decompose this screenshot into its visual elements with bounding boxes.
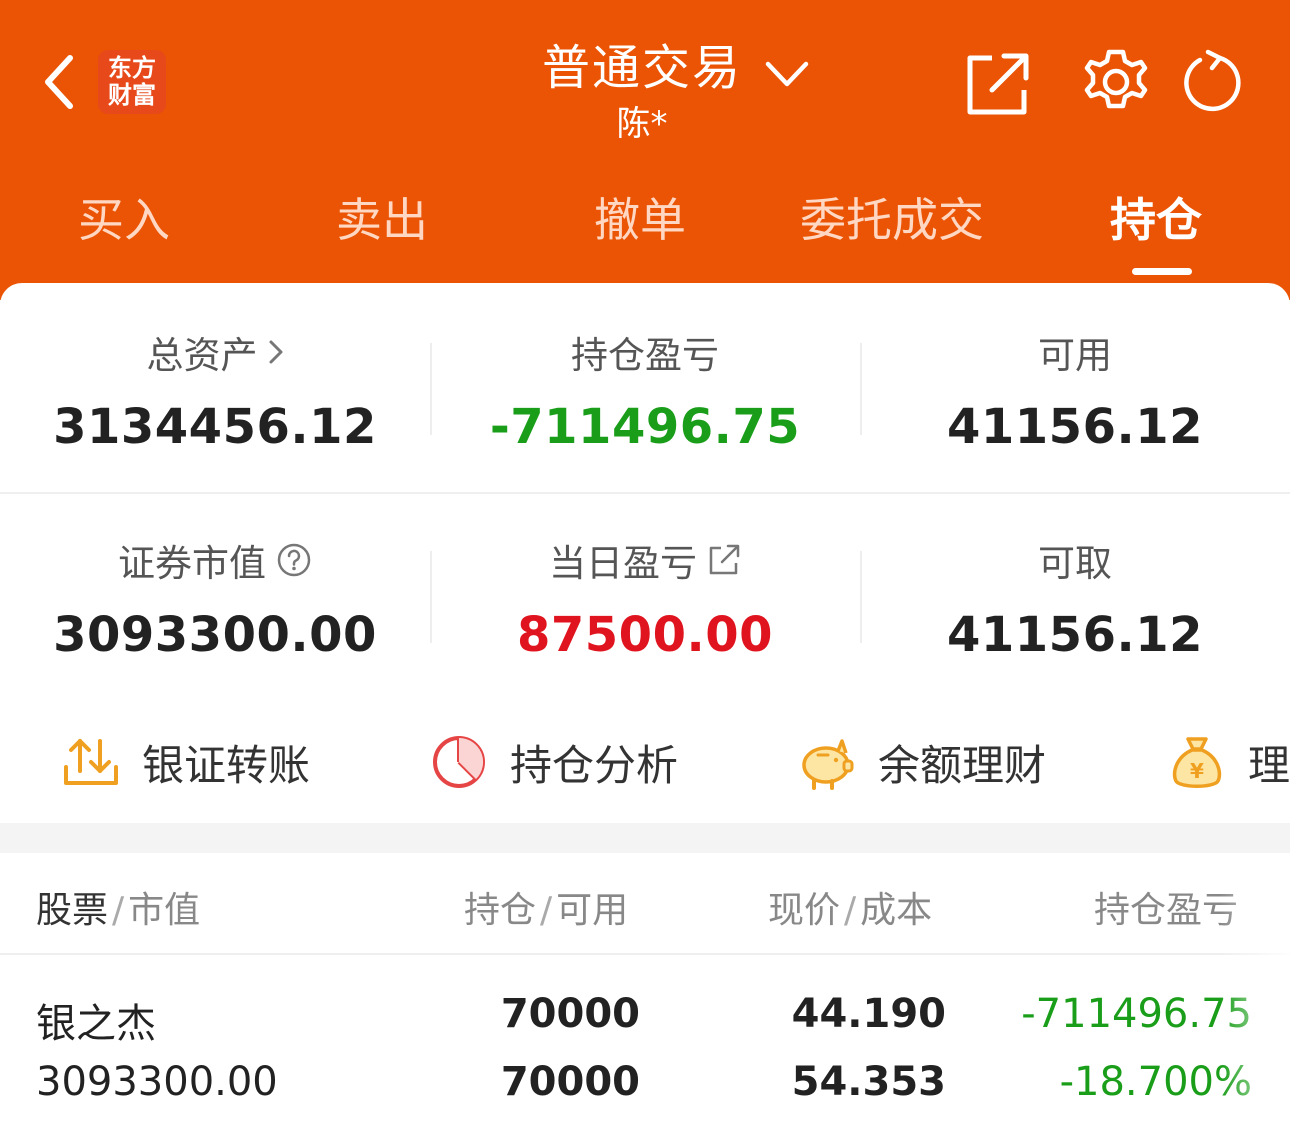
- tab-positions[interactable]: 持仓: [1110, 184, 1202, 254]
- market-value-label-wrap: 证券市值: [0, 535, 430, 585]
- logo-text-line1: 东方: [108, 54, 156, 82]
- refresh-icon: [1184, 49, 1241, 112]
- stock-position: 70000: [500, 991, 640, 1037]
- position-pnl-label: 持仓盈亏: [571, 334, 719, 377]
- withdrawable-label: 可取: [1038, 542, 1112, 585]
- shortcut-wealth[interactable]: ¥ 理财: [1168, 732, 1290, 792]
- total-assets-label: 总资产: [146, 334, 258, 377]
- chevron-left-icon: [45, 55, 73, 109]
- market-value-label: 证券市值: [118, 542, 266, 585]
- col-separator: /: [540, 890, 553, 931]
- account-name: 陈*: [616, 104, 668, 144]
- app-header: 东方 财富 普通交易 陈* 买入 卖出 撤单 委托成交 持仓: [0, 0, 1290, 300]
- col-position: 持仓: [464, 890, 537, 931]
- col-available: 可用: [556, 890, 629, 931]
- available-value: 41156.12: [946, 399, 1204, 455]
- total-assets[interactable]: 总资产 3134456.12: [0, 327, 430, 455]
- trade-tabs: 买入 卖出 撤单 委托成交 持仓: [0, 180, 1290, 280]
- col-separator: /: [844, 890, 857, 931]
- daily-pnl-value: 87500.00: [516, 607, 774, 663]
- shortcut-label: 理财: [1248, 740, 1290, 790]
- tab-buy[interactable]: 买入: [78, 184, 170, 254]
- share-icon: [967, 53, 1029, 115]
- total-assets-value: 3134456.12: [53, 399, 377, 455]
- transfer-icon: [64, 739, 118, 785]
- col-separator: /: [112, 890, 125, 931]
- share-button[interactable]: [962, 46, 1030, 118]
- col-stock-value: 股票 / 市值: [36, 881, 200, 933]
- withdrawable-value: 41156.12: [946, 607, 1204, 663]
- brand-logo: 东方 财富: [98, 50, 166, 114]
- account-switcher[interactable]: 普通交易 陈*: [520, 26, 810, 146]
- shortcut-label: 银证转账: [142, 740, 311, 790]
- money-bag-icon: ¥: [1172, 737, 1222, 788]
- market-value: 证券市值 3093300.00: [0, 535, 430, 663]
- shortcut-bank-transfer[interactable]: 银证转账: [62, 732, 310, 792]
- stock-name: 银之杰: [36, 1001, 156, 1047]
- stock-price: 44.190: [791, 991, 946, 1037]
- external-link-icon: [709, 544, 740, 575]
- shortcut-label: 余额理财: [878, 740, 1047, 790]
- pie-chart-icon: [433, 736, 485, 788]
- stock-market-value: 3093300.00: [36, 1059, 278, 1105]
- col-pnl-label: 持仓盈亏: [1094, 890, 1239, 931]
- available-funds: 可用 41156.12: [860, 327, 1290, 455]
- daily-pnl-label: 当日盈亏: [549, 542, 697, 585]
- col-price-cost: 现价 / 成本: [768, 881, 932, 933]
- stock-pnl: -711496.75: [1021, 991, 1252, 1037]
- stock-available: 70000: [500, 1059, 640, 1105]
- daily-pnl[interactable]: 当日盈亏 87500.00: [430, 535, 860, 663]
- position-pnl: 持仓盈亏 -711496.75: [430, 327, 860, 455]
- withdrawable-funds: 可取 41156.12: [860, 535, 1290, 663]
- col-stock: 股票: [36, 890, 109, 931]
- col-market-value: 市值: [128, 890, 201, 931]
- shortcut-label: 持仓分析: [510, 740, 679, 790]
- shortcut-bar: 银证转账 持仓分析 余额理财 ¥ 理财: [0, 712, 1290, 812]
- available-label: 可用: [1038, 334, 1112, 377]
- page-title: 普通交易: [542, 40, 743, 96]
- col-cost: 成本: [860, 890, 933, 931]
- back-button[interactable]: [36, 50, 86, 114]
- chevron-right-icon: [269, 340, 282, 364]
- total-assets-label-wrap: 总资产: [0, 327, 430, 377]
- row-divider: [0, 492, 1290, 494]
- logo-text-line2: 财富: [108, 81, 156, 109]
- active-tab-indicator: [1132, 268, 1192, 275]
- svg-text:¥: ¥: [1190, 759, 1204, 783]
- gear-icon: [1084, 49, 1148, 109]
- shortcut-position-analysis[interactable]: 持仓分析: [430, 732, 678, 792]
- scroll-fade: [1220, 853, 1290, 1138]
- position-pnl-value: -711496.75: [489, 399, 801, 455]
- market-value-value: 3093300.00: [53, 607, 377, 663]
- piggy-bank-icon: [802, 739, 854, 790]
- refresh-button[interactable]: [1178, 46, 1246, 118]
- settings-button[interactable]: [1082, 46, 1150, 118]
- col-pnl: 持仓盈亏: [1094, 881, 1238, 933]
- help-icon[interactable]: [276, 542, 312, 578]
- table-row[interactable]: 银之杰 3093300.00 70000 70000 44.190 54.353…: [0, 957, 1290, 1138]
- section-gap: [0, 823, 1290, 853]
- positions-table-header: 股票 / 市值 持仓 / 可用 现价 / 成本 持仓盈亏: [0, 853, 1290, 955]
- chevron-down-icon: [765, 61, 809, 87]
- shortcut-balance-wealth[interactable]: 余额理财: [798, 732, 1046, 792]
- daily-pnl-label-wrap: 当日盈亏: [430, 535, 860, 585]
- col-position-available: 持仓 / 可用: [464, 881, 628, 933]
- tab-sell[interactable]: 卖出: [336, 184, 428, 254]
- tab-orders[interactable]: 委托成交: [800, 184, 984, 254]
- stock-cost: 54.353: [791, 1059, 946, 1105]
- tab-cancel[interactable]: 撤单: [594, 184, 686, 254]
- col-price: 现价: [768, 890, 841, 931]
